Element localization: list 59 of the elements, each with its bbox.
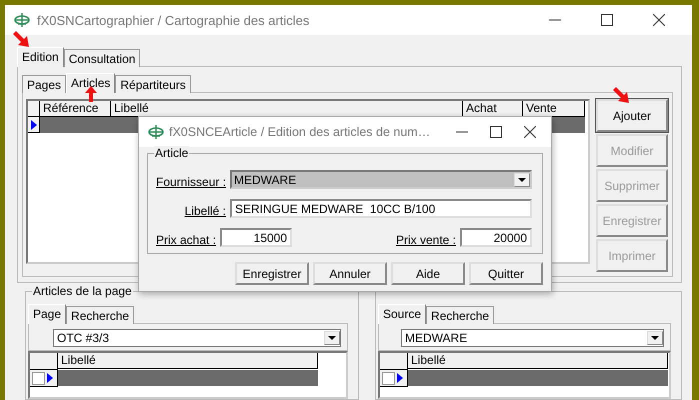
dropdown-icon[interactable]: [647, 331, 663, 345]
grid-corner-cell: [28, 101, 40, 117]
tab[interactable]: Page: [28, 304, 66, 324]
group-title: Articles de la page: [32, 284, 133, 298]
combo-box[interactable]: MEDWARE: [401, 329, 664, 347]
input-field[interactable]: SERINGUE MEDWARE 10CC B/100: [230, 199, 532, 218]
checkbox[interactable]: [382, 372, 395, 384]
tab[interactable]: Recherche: [66, 306, 134, 324]
pointer-arrow-icon: [612, 86, 630, 104]
pointer-arrow-icon: [12, 30, 30, 48]
column-header[interactable]: Référence: [40, 101, 111, 117]
column-header[interactable]: Vente: [523, 101, 585, 117]
tab[interactable]: Consultation: [64, 49, 140, 67]
field-label: Fournisseur :: [156, 175, 226, 189]
checkbox[interactable]: [32, 372, 45, 384]
minimize-icon[interactable]: [456, 131, 468, 133]
dialog-button[interactable]: Annuler: [313, 262, 387, 285]
field-label: Prix achat :: [156, 233, 216, 247]
row-selector-cell[interactable]: [30, 370, 58, 387]
field-label: Libellé :: [184, 204, 226, 218]
row-pointer-icon: [47, 373, 53, 383]
column-header[interactable]: Libellé: [408, 353, 668, 369]
group-title: Article: [154, 146, 190, 160]
input-field[interactable]: 20000: [460, 228, 532, 247]
tab[interactable]: Répartiteurs: [115, 75, 191, 93]
input-field[interactable]: 15000: [220, 228, 292, 247]
row-pointer-icon: [30, 120, 36, 130]
dropdown-icon[interactable]: [514, 172, 530, 186]
tab[interactable]: Edition: [17, 47, 64, 67]
maximize-icon[interactable]: [490, 126, 502, 138]
minimize-icon[interactable]: [549, 19, 561, 21]
app-icon: [13, 12, 31, 28]
column-header[interactable]: Achat: [463, 101, 523, 117]
column-header[interactable]: Libellé: [111, 101, 463, 117]
dialog-button[interactable]: Enregistrer: [235, 262, 309, 285]
grid-corner-cell: [380, 353, 408, 370]
tab[interactable]: Articles: [66, 73, 116, 93]
combo-box[interactable]: OTC #3/3: [53, 329, 341, 347]
tab[interactable]: Recherche: [426, 306, 494, 324]
pointer-arrow-icon: [85, 86, 97, 102]
maximize-icon[interactable]: [601, 14, 613, 26]
row-selector-cell[interactable]: [380, 370, 408, 387]
supplier-combo-box[interactable]: MEDWARE: [230, 170, 532, 189]
row-pointer-icon: [397, 373, 403, 383]
column-header[interactable]: Libellé: [58, 353, 318, 369]
field-label: Prix vente :: [396, 233, 456, 247]
window-title: fX0SNCartographier / Cartographie des articles: [37, 12, 310, 28]
close-icon[interactable]: [524, 126, 536, 138]
tab[interactable]: Pages: [22, 75, 66, 93]
dialog-button[interactable]: Aide: [391, 262, 465, 285]
row-selector-cell[interactable]: [28, 117, 40, 133]
tab[interactable]: Source: [378, 304, 426, 324]
action-button[interactable]: Ajouter: [596, 99, 668, 132]
app-icon: [147, 124, 165, 140]
grid-corner-cell: [30, 353, 58, 370]
dropdown-icon[interactable]: [324, 331, 340, 345]
close-icon[interactable]: [653, 14, 665, 26]
dialog-title: fX0SNCEArticle / Edition des articles de num…: [169, 125, 430, 139]
dialog-button[interactable]: Quitter: [469, 262, 543, 285]
